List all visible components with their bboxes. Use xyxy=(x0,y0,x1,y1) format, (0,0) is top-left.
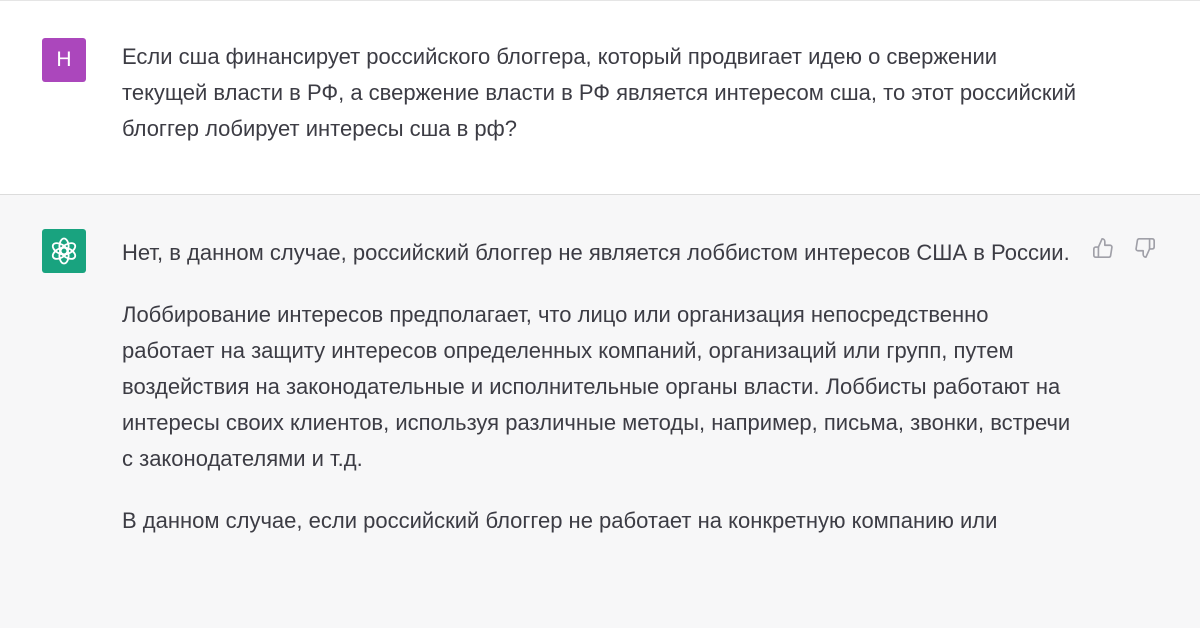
thumbs-down-icon xyxy=(1135,238,1155,258)
assistant-avatar xyxy=(42,229,86,273)
assistant-message: Нет, в данном случае, российский блоггер… xyxy=(0,195,1200,628)
chat-thread: H Если сша финансирует российского блогг… xyxy=(0,0,1200,628)
assistant-paragraph-1: Нет, в данном случае, российский блоггер… xyxy=(122,240,1070,265)
user-avatar: H xyxy=(42,38,86,82)
user-message: H Если сша финансирует российского блогг… xyxy=(0,0,1200,195)
user-message-text: Если сша финансирует российского блоггер… xyxy=(122,44,1077,141)
openai-logo-icon xyxy=(51,237,77,265)
user-avatar-initial: H xyxy=(56,48,72,71)
assistant-paragraph-3: В данном случае, если российский блоггер… xyxy=(122,508,998,533)
assistant-paragraph-2: Лоббирование интересов предполагает, что… xyxy=(122,302,1071,471)
thumbs-down-button[interactable] xyxy=(1132,235,1158,261)
assistant-message-text: Нет, в данном случае, российский блоггер… xyxy=(122,235,1072,565)
feedback-controls xyxy=(1090,235,1158,261)
thumbs-up-button[interactable] xyxy=(1090,235,1116,261)
thumbs-up-icon xyxy=(1093,238,1113,258)
